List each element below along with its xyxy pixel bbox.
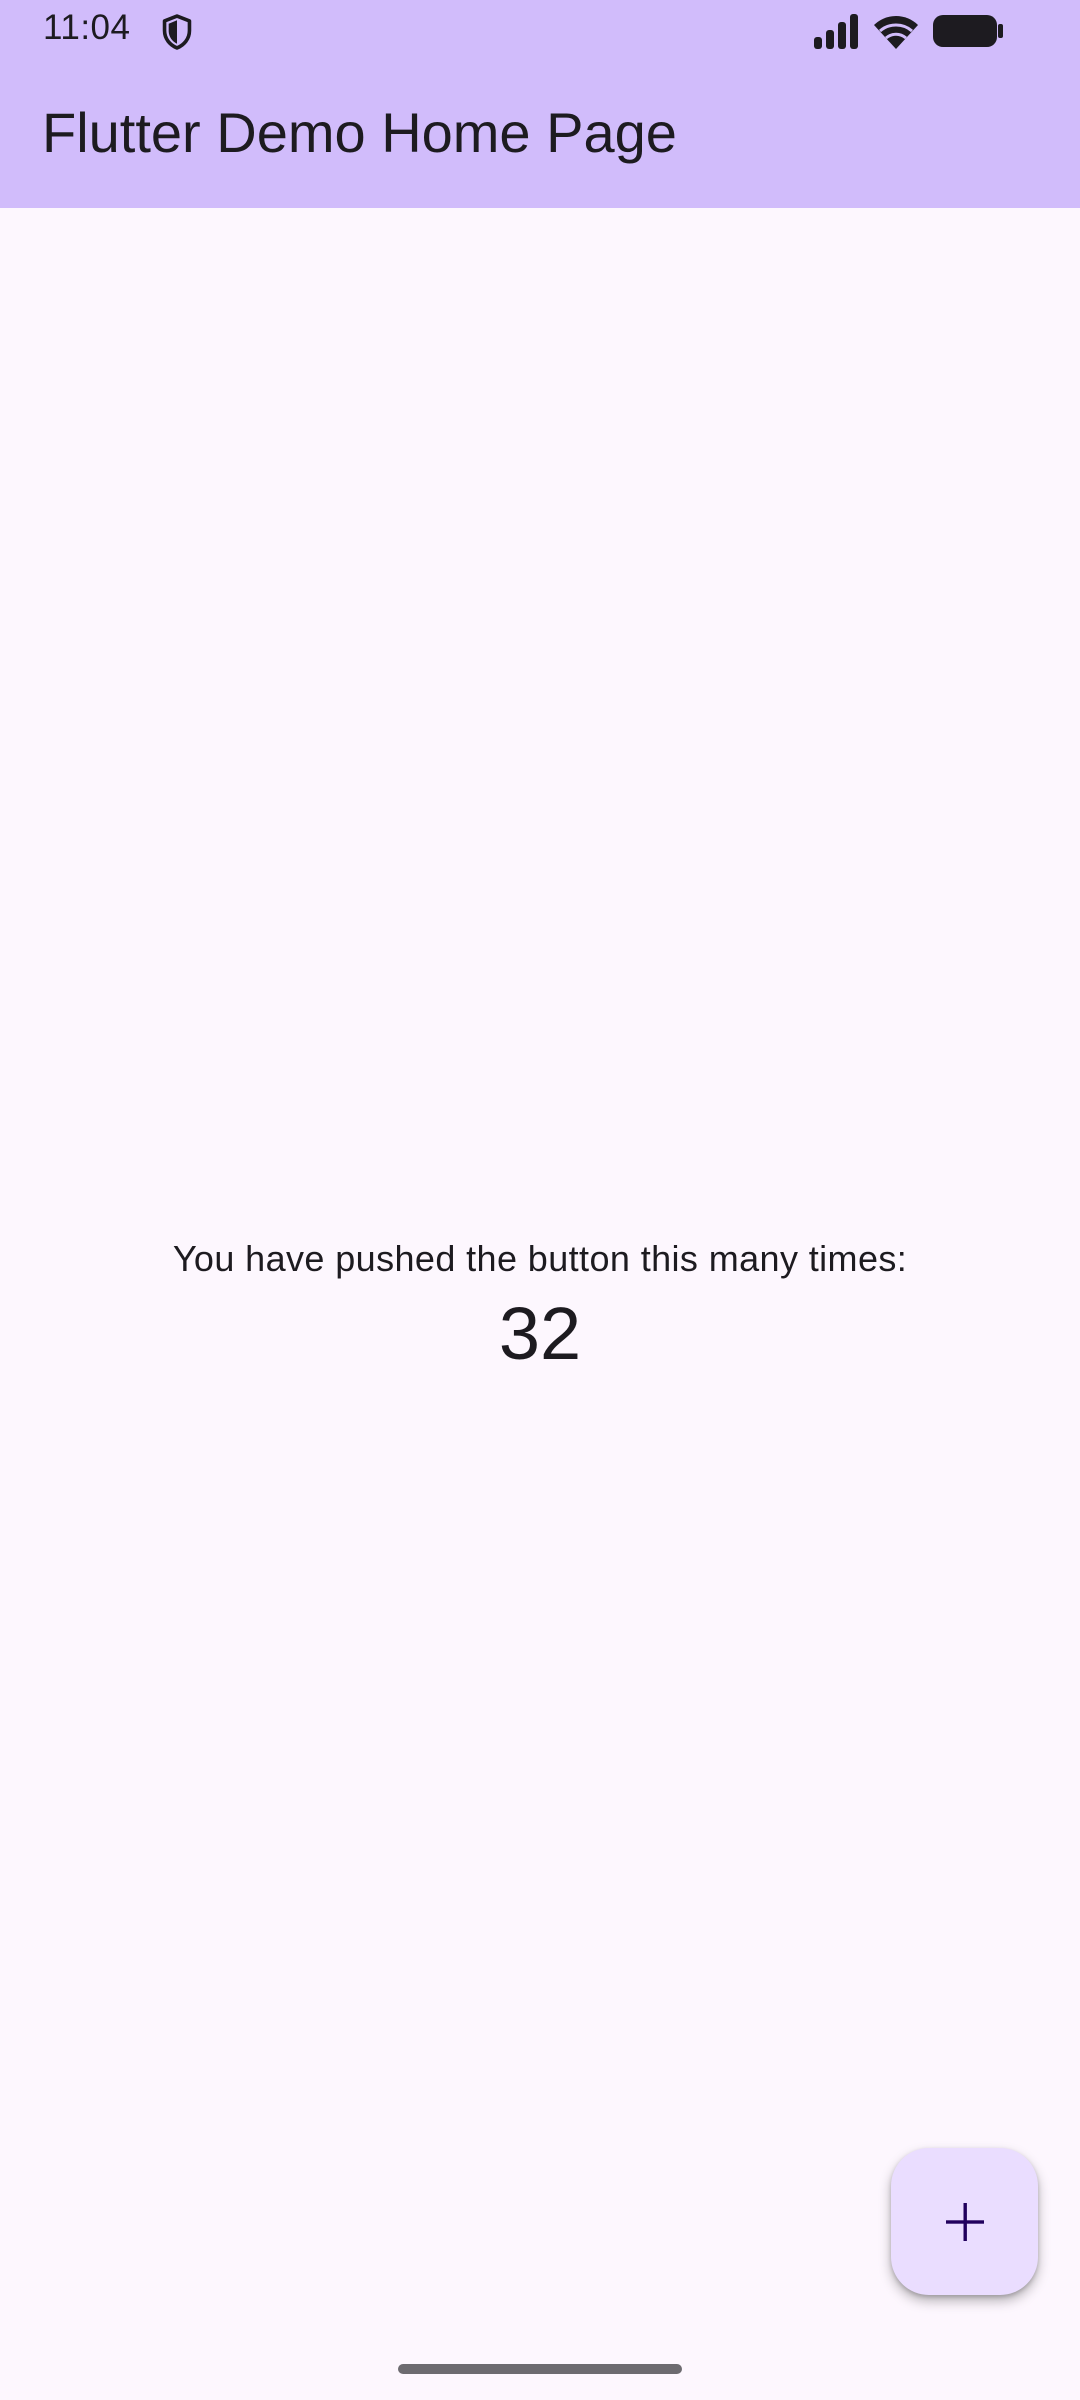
counter-value: 32 — [498, 1292, 582, 1375]
increment-button[interactable] — [891, 2148, 1038, 2295]
app-screen: 11:04 Flutter Demo Home Page You have pu… — [0, 0, 1080, 2400]
app-bar: Flutter Demo Home Page — [0, 60, 1080, 208]
status-time: 11:04 — [43, 8, 131, 47]
shield-icon — [162, 14, 192, 50]
status-bar: 11:04 — [0, 0, 1080, 60]
page-title: Flutter Demo Home Page — [42, 101, 677, 164]
main-content: You have pushed the button this many tim… — [0, 208, 1080, 2400]
counter-label: You have pushed the button this many tim… — [172, 1238, 908, 1279]
add-icon — [945, 2202, 984, 2241]
battery-icon — [933, 15, 1003, 47]
home-indicator[interactable] — [398, 2364, 682, 2374]
signal-icon — [814, 14, 858, 49]
wifi-icon — [874, 16, 918, 49]
